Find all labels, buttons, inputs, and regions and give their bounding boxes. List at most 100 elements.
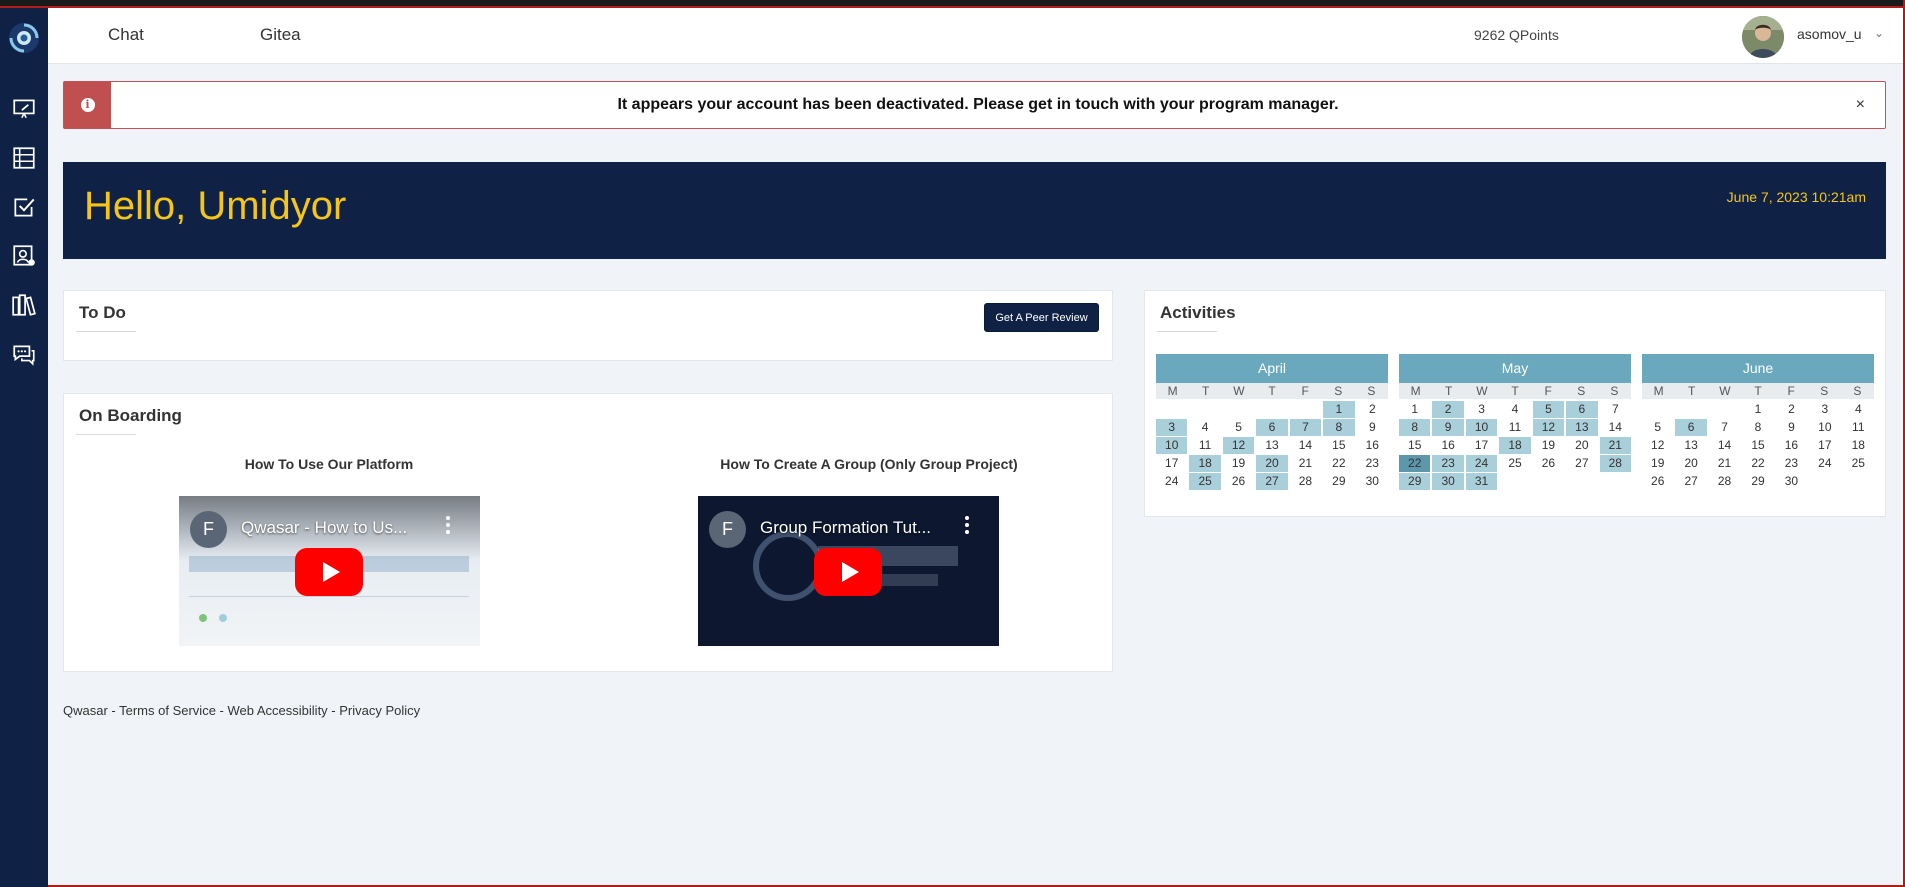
todo-card: To Do Get A Peer Review [63,290,1113,361]
video-title-group[interactable]: Group Formation Tut... [760,518,931,538]
todo-underline [76,331,136,332]
calendar-day: 18 [1499,437,1531,454]
video-group-player[interactable]: F Group Formation Tut... [698,496,999,646]
calendar-day: 16 [1784,438,1799,452]
logo-icon[interactable] [6,20,42,56]
weekday-label: W [1719,384,1731,398]
weekday-label: W [1233,384,1245,398]
calendar-day: 28 [1717,474,1732,488]
calendar-day: 25 [1189,473,1221,490]
calendar-day: 29 [1399,473,1431,490]
calendar-day: 22 [1751,456,1765,470]
avatar[interactable] [1742,16,1784,58]
calendar-day: 28 [1298,474,1313,488]
calendar-day: 19 [1541,438,1556,452]
calendar-blank [1156,401,1187,418]
more-options-icon[interactable] [446,516,450,536]
calendar-day: 11 [1508,420,1522,434]
calendar-day: 8 [1323,419,1355,436]
video-title-platform[interactable]: Qwasar - How to Us... [241,518,407,538]
calendar-day: 7 [1721,420,1728,434]
activities-title: Activities [1160,303,1236,322]
checkbox-icon[interactable] [10,193,38,221]
username[interactable]: asomov_u [1797,26,1862,42]
calendar-day: 13 [1566,419,1598,436]
calendar-day: 16 [1365,438,1379,452]
calendar-day: 23 [1432,455,1464,472]
list-icon[interactable] [10,144,38,172]
calendar-day: 3 [1156,419,1188,436]
calendar-day: 9 [1368,420,1376,434]
get-peer-review-button[interactable]: Get A Peer Review [984,303,1099,332]
window-frame-top [0,0,1905,8]
footer-separator: - [215,703,228,718]
onboarding-underline [76,434,136,435]
calendar-day: 3 [1821,402,1829,416]
weekday-label: S [1334,384,1343,398]
calendar-day: 10 [1156,437,1188,454]
calendar-day: 20 [1575,438,1589,452]
calendar-blank [1675,401,1706,418]
calendar-blank [1290,401,1321,418]
calendar-day: 27 [1575,456,1589,470]
video-heading-group: How To Create A Group (Only Group Projec… [720,456,1018,472]
calendar-day: 2 [1788,402,1795,416]
calendar-blank [1642,401,1673,418]
calendar-april: April M T W T F S S 1 2 3 4 5 6 7 8 9 10 11 12 13 14 15 16 17 18 1… [1156,354,1388,490]
weekday-label: W [1476,384,1488,398]
calendar-day: 11 [1198,438,1212,452]
calendar-day: 26 [1541,456,1556,470]
onboarding-card: On Boarding How To Use Our Platform F Qw… [63,393,1113,672]
video-platform-player[interactable]: F Qwasar - How to Us... [179,496,480,646]
nav-chat-link[interactable]: Chat [108,25,144,45]
calendar-month-header: April [1156,354,1388,383]
calendar-day: 6 [1675,419,1707,436]
footer-privacy-link[interactable]: Privacy Policy [339,703,420,718]
nav-gitea-link[interactable]: Gitea [260,25,301,45]
weekday-label: T [1754,384,1762,398]
calendar-day: 21 [1298,456,1313,470]
calendar-day: 2 [1432,401,1464,418]
calendar-day: 12 [1651,438,1665,452]
footer-terms-link[interactable]: Terms of Service [119,703,216,718]
calendar-days: 1 2 3 4 5 6 7 8 9 10 11 12 13 14 15 16 17 18 19 20 21 22 23 24 2… [1156,401,1388,490]
more-options-icon[interactable] [965,516,969,536]
calendar-day: 29 [1332,474,1346,488]
activities-underline [1157,331,1217,332]
channel-avatar[interactable]: F [709,511,746,548]
calendar-day: 16 [1441,438,1455,452]
calendar-day: 15 [1408,438,1422,452]
footer-separator: - [107,703,120,718]
weekday-label: T [1445,384,1453,398]
calendar-day: 10 [1818,420,1832,434]
close-icon[interactable]: × [1856,96,1865,114]
user-card-icon[interactable] [10,242,38,270]
calendar-day: 2 [1368,402,1376,416]
calendar-day: 1 [1754,402,1762,416]
calendar-day: 6 [1566,401,1598,418]
calendar-day: 8 [1754,420,1762,434]
calendar-day: 4 [1854,402,1862,416]
calendar-day: 27 [1256,473,1288,490]
calendar-day: 25 [1508,456,1522,470]
calendar-month-header: May [1399,354,1631,383]
calendar-blank [1709,401,1740,418]
footer-accessibility-link[interactable]: Web Accessibility [228,703,328,718]
channel-avatar[interactable]: F [190,511,227,548]
calendar-day: 13 [1684,438,1698,452]
calendar-june: June M T W T F S S 1 2 3 4 5 6 7 8 9 10 11 12 13 14 15 16 17 18 19… [1642,354,1874,490]
chevron-down-icon[interactable]: ⌄ [1874,26,1884,40]
current-datetime: June 7, 2023 10:21am [1726,189,1866,205]
footer-brand-link[interactable]: Qwasar [63,703,108,718]
calendar-day: 31 [1465,473,1498,490]
weekday-label: M [1167,384,1178,398]
calendar-blank [1256,401,1287,418]
play-button-icon[interactable] [295,548,363,596]
presentation-icon[interactable] [10,94,38,122]
chat-bubbles-icon[interactable] [10,340,38,368]
books-icon[interactable] [10,291,38,319]
play-button-icon[interactable] [814,548,882,596]
calendar-day: 14 [1608,420,1622,434]
footer-separator: - [327,703,340,718]
calendar-day: 14 [1717,438,1732,452]
